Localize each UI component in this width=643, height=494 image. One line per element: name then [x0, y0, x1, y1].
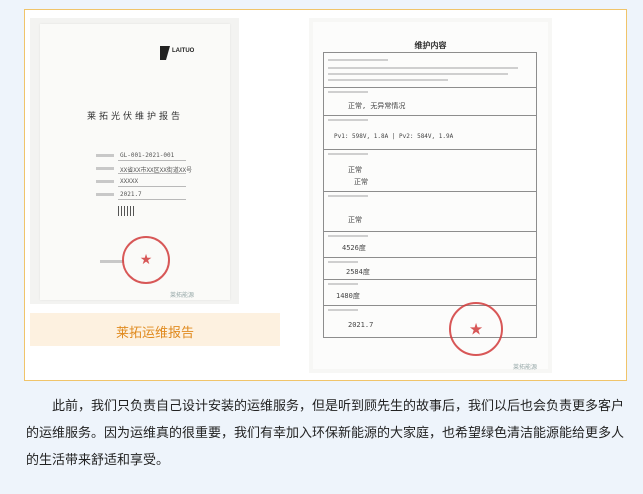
handwritten-note: 正常	[348, 166, 362, 174]
report-field: XX省XX市XX区XX街道XX号	[96, 165, 192, 175]
maintenance-form-photo: 维护内容 正常, 无异常情况 Pv1: 598V, 1.8A | Pv2: 58…	[309, 18, 552, 373]
form-table: 正常, 无异常情况 Pv1: 598V, 1.8A | Pv2: 584V, 1…	[323, 52, 537, 338]
maintenance-form-document: 维护内容 正常, 无异常情况 Pv1: 598V, 1.8A | Pv2: 58…	[313, 22, 548, 371]
company-name	[100, 260, 124, 263]
company-seal-icon: ★	[122, 236, 170, 284]
logo-text: LAITUO	[172, 48, 195, 54]
form-title: 维护内容	[414, 41, 447, 50]
handwritten-note: Pv1: 598V, 1.8A | Pv2: 584V, 1.9A	[334, 133, 454, 140]
barcode-icon	[118, 206, 136, 216]
watermark: 莱拓能源	[170, 292, 195, 299]
report-title: 莱拓光伏维护报告	[86, 112, 183, 122]
report-field: GL-001-2021-001	[96, 152, 186, 162]
paragraph-text: 此前，我们只负责自己设计安装的运维服务，但是听到顾先生的故事后，我们以后也会负责…	[26, 399, 625, 468]
handwritten-note: 1480度	[336, 292, 360, 300]
handwritten-note: 4526度	[342, 244, 366, 252]
article-paragraph: 此前，我们只负责自己设计安装的运维服务，但是听到顾先生的故事后，我们以后也会负责…	[26, 393, 626, 474]
handwritten-note: 正常, 无异常情况	[348, 102, 406, 110]
watermark: 莱拓能源	[513, 364, 538, 371]
handwritten-note: 正常	[348, 216, 362, 224]
handwritten-note: 正常	[354, 178, 368, 186]
company-seal-icon: ★	[449, 302, 503, 356]
report-cover-photo: LAITUO 莱拓光伏维护报告 GL-001-2021-001 XX省XX市XX…	[30, 18, 239, 304]
photo-caption: 莱拓运维报告	[30, 313, 280, 346]
handwritten-note: 2584度	[346, 268, 370, 276]
logo-mark-icon	[160, 46, 170, 60]
article-page: LAITUO 莱拓光伏维护报告 GL-001-2021-001 XX省XX市XX…	[0, 0, 643, 494]
laituo-logo: LAITUO	[160, 46, 204, 66]
report-cover-document: LAITUO 莱拓光伏维护报告 GL-001-2021-001 XX省XX市XX…	[40, 24, 230, 300]
report-field: 2021.7	[96, 191, 186, 201]
handwritten-note: 2021.7	[348, 321, 374, 329]
report-field: XXXXX	[96, 178, 186, 188]
caption-text: 莱拓运维报告	[115, 326, 194, 341]
